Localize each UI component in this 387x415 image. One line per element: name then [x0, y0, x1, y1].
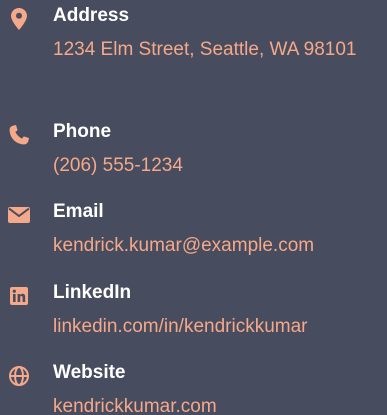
contact-link-linkedin[interactable]: linkedin.com/in/kendrickkumar	[53, 311, 387, 342]
phone-icon	[8, 124, 30, 146]
contact-label-email: Email	[53, 201, 104, 222]
contact-value-email: kendrick.kumar@example.com	[53, 235, 315, 256]
contact-item-address: Address 1234 Elm Street, Seattle, WA 981…	[0, 0, 387, 76]
envelope-icon	[8, 204, 30, 226]
contact-value-phone: (206) 555-1234	[53, 155, 183, 176]
contact-item-website: Website kendrickkumar.com	[0, 357, 387, 415]
contact-label-phone: Phone	[53, 121, 112, 142]
contact-item-email: Email kendrick.kumar@example.com	[0, 196, 387, 272]
map-pin-icon	[8, 8, 30, 30]
contact-item-phone: Phone (206) 555-1234	[0, 116, 387, 192]
contact-link-website[interactable]: kendrickkumar.com	[53, 391, 387, 415]
contact-item-linkedin: LinkedIn linkedin.com/in/kendrickkumar	[0, 277, 387, 353]
contact-label-website: Website	[53, 362, 126, 383]
linkedin-icon	[8, 285, 30, 307]
globe-icon	[8, 365, 30, 387]
contact-label-address: Address	[53, 5, 130, 26]
contact-list: Address 1234 Elm Street, Seattle, WA 981…	[0, 0, 387, 415]
contact-value-address: 1234 Elm Street, Seattle, WA 98101	[53, 39, 357, 60]
contact-label-linkedin: LinkedIn	[53, 282, 132, 303]
